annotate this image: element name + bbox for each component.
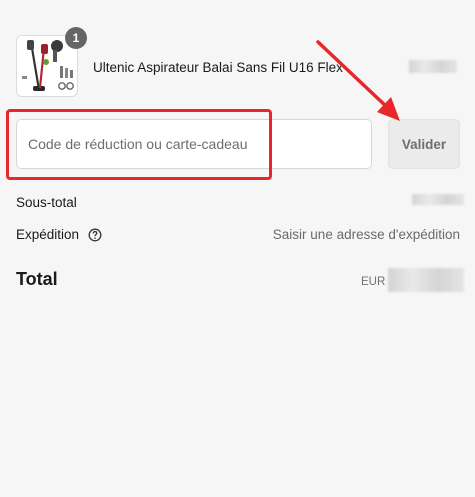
shipping-row: Expédition bbox=[16, 227, 102, 242]
validate-discount-button[interactable]: Valider bbox=[388, 119, 460, 169]
product-name: Ultenic Aspirateur Balai Sans Fil U16 Fl… bbox=[93, 60, 343, 75]
help-circle-icon[interactable] bbox=[88, 228, 102, 242]
shipping-label: Expédition bbox=[16, 227, 80, 242]
product-thumbnail: 1 bbox=[16, 27, 87, 97]
shipping-address-prompt: Saisir une adresse d'expédition bbox=[272, 227, 460, 242]
total-value-redacted bbox=[388, 268, 464, 292]
discount-code-input[interactable] bbox=[16, 119, 372, 169]
subtotal-value-redacted bbox=[412, 194, 464, 205]
currency-code: EUR bbox=[361, 276, 386, 288]
cart-line-item: 1 Ultenic Aspirateur Balai Sans Fil U16 … bbox=[16, 27, 460, 97]
quantity-badge: 1 bbox=[65, 27, 87, 49]
total-label: Total bbox=[16, 269, 58, 289]
product-price-redacted bbox=[409, 60, 457, 73]
subtotal-label: Sous-total bbox=[16, 195, 77, 210]
